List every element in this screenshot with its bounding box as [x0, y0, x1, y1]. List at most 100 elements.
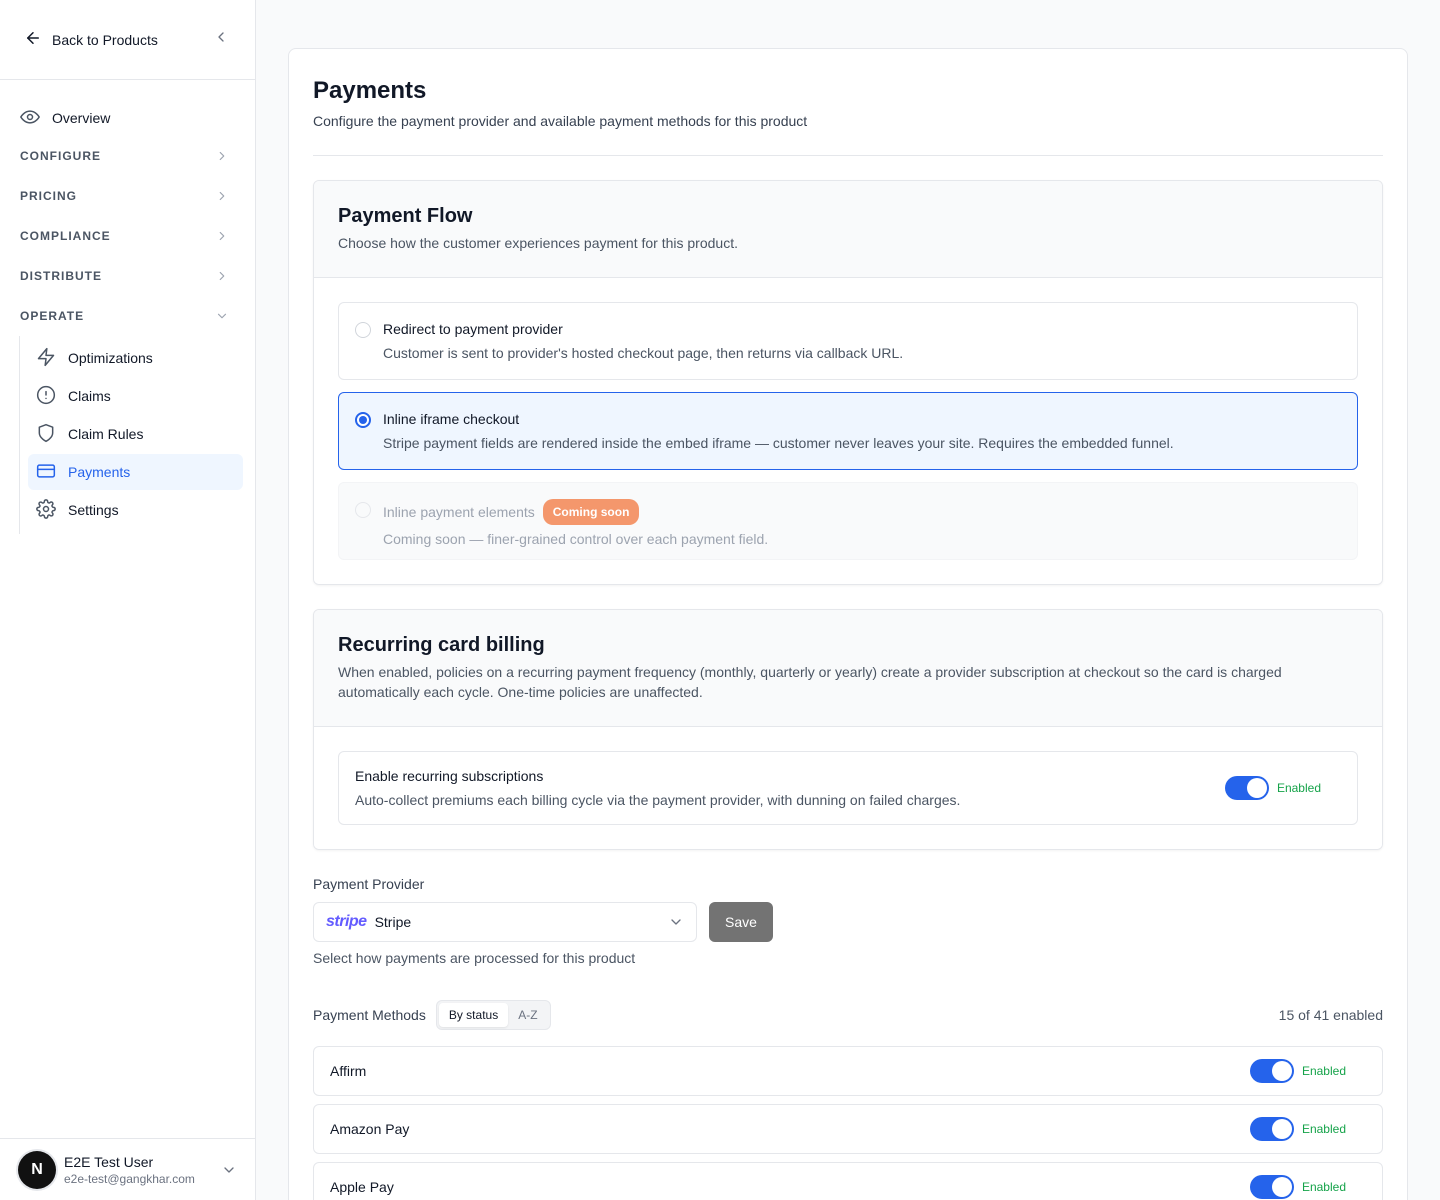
panel-body: Enable recurring subscriptions Auto-coll… [314, 727, 1382, 849]
method-name: Apple Pay [330, 1179, 394, 1195]
option-title: Inline iframe checkout [383, 411, 520, 427]
chevron-right-icon [215, 189, 229, 203]
status-label: Enabled [1301, 1180, 1346, 1194]
method-name: Amazon Pay [330, 1121, 410, 1137]
payment-method-row: Amazon Pay Enabled [313, 1104, 1383, 1154]
payment-method-row: Apple Pay Enabled [313, 1162, 1383, 1200]
shield-icon [36, 423, 56, 446]
payment-flow-panel: Payment Flow Choose how the customer exp… [313, 180, 1383, 585]
sidebar-section-compliance[interactable]: COMPLIANCE [0, 216, 255, 256]
panel-description: Choose how the customer experiences paym… [338, 235, 738, 251]
toggle-wrap: Enabled [1249, 1059, 1346, 1083]
sidebar-item-label: Settings [68, 502, 119, 518]
option-title: Inline payment elements [383, 504, 535, 520]
sort-by-status-button[interactable]: By status [438, 1003, 509, 1027]
chevron-right-icon [215, 229, 229, 243]
user-name: E2E Test User [64, 1153, 154, 1170]
method-name: Affirm [330, 1063, 367, 1079]
chevron-down-icon [221, 1162, 237, 1178]
option-redirect[interactable]: Redirect to payment provider Customer is… [338, 302, 1358, 380]
panel-title: Recurring card billing [338, 634, 545, 656]
payment-provider-label: Payment Provider [313, 876, 425, 892]
stripe-logo: stripe [326, 913, 367, 930]
payment-provider-select[interactable]: stripe Stripe [313, 902, 697, 942]
status-label: Enabled [1276, 781, 1321, 795]
option-description: Stripe payment fields are rendered insid… [383, 435, 1174, 451]
section-label: DISTRIBUTE [20, 269, 102, 283]
section-label: COMPLIANCE [20, 229, 111, 243]
panel-header: Payment Flow Choose how the customer exp… [314, 181, 1382, 278]
credit-card-icon [36, 461, 56, 484]
option-title-row: Inline payment elements Coming soon [383, 499, 768, 525]
chevron-down-icon [668, 914, 684, 930]
option-inline-elements: Inline payment elements Coming soon Comi… [338, 482, 1358, 560]
user-email: e2e-test@gangkhar.com [64, 1171, 195, 1186]
panel-title: Payment Flow [338, 205, 473, 227]
panel-description: When enabled, policies on a recurring pa… [338, 664, 1282, 700]
arrow-left-icon [24, 29, 42, 50]
recurring-billing-panel: Recurring card billing When enabled, pol… [313, 609, 1383, 850]
radio-redirect[interactable] [355, 322, 371, 338]
back-label: Back to Products [52, 31, 158, 48]
sidebar-section-distribute[interactable]: DISTRIBUTE [0, 256, 255, 296]
sidebar-section-pricing[interactable]: PRICING [0, 176, 255, 216]
panel-header: Recurring card billing When enabled, pol… [314, 610, 1382, 727]
back-row: Back to Products [0, 0, 255, 80]
status-label: Enabled [1301, 1064, 1346, 1078]
alert-circle-icon [36, 385, 56, 408]
chevron-down-icon [215, 309, 229, 323]
collapse-sidebar-button[interactable] [211, 30, 231, 50]
recurring-subscriptions-toggle[interactable] [1224, 776, 1269, 800]
sidebar-item-payments[interactable]: Payments [28, 454, 243, 490]
coming-soon-badge: Coming soon [542, 499, 640, 525]
section-label: CONFIGURE [20, 149, 101, 163]
save-button[interactable]: Save [709, 902, 773, 942]
sidebar-nav: Overview CONFIGURE PRICING COMPLIANCE DI… [0, 80, 255, 534]
sidebar-item-label: Claims [68, 388, 111, 404]
provider-row: stripe Stripe Save [313, 902, 1383, 942]
sidebar: Back to Products Overview CONFIGURE PRIC… [0, 0, 256, 1200]
method-toggle[interactable] [1249, 1175, 1294, 1199]
toggle-wrap: Enabled [1249, 1117, 1346, 1141]
sort-a-z-button[interactable]: A-Z [508, 1003, 547, 1027]
toggle-description: Auto-collect premiums each billing cycle… [355, 792, 961, 808]
option-title: Redirect to payment provider [383, 321, 563, 337]
sort-toggle: By status A-Z [435, 1000, 551, 1030]
sidebar-item-label: Optimizations [68, 350, 153, 366]
radio-inline-iframe[interactable] [355, 412, 371, 428]
section-label: PRICING [20, 189, 78, 203]
recurring-toggle-row: Enable recurring subscriptions Auto-coll… [338, 751, 1358, 825]
back-to-products-link[interactable]: Back to Products [24, 29, 158, 50]
chevron-right-icon [215, 269, 229, 283]
eye-icon [20, 107, 40, 130]
option-description: Coming soon — finer-grained control over… [383, 531, 769, 547]
status-label: Enabled [1301, 1122, 1346, 1136]
payments-card: Payments Configure the payment provider … [288, 48, 1408, 1200]
operate-sub-list: Optimizations Claims Claim Rules Payment… [19, 336, 255, 534]
panel-body: Redirect to payment provider Customer is… [314, 278, 1382, 584]
sidebar-item-label: Payments [68, 464, 131, 480]
avatar: N [18, 1150, 56, 1189]
divider [313, 155, 1383, 156]
sidebar-item-label: Claim Rules [68, 426, 144, 442]
sidebar-item-settings[interactable]: Settings [28, 492, 243, 528]
option-inline-iframe[interactable]: Inline iframe checkout Stripe payment fi… [338, 392, 1358, 470]
option-description: Customer is sent to provider's hosted ch… [383, 345, 904, 361]
user-menu[interactable]: N E2E Test User e2e-test@gangkhar.com [0, 1138, 255, 1200]
toggle-wrap: Enabled [1249, 1175, 1346, 1199]
sidebar-item-overview[interactable]: Overview [0, 100, 255, 136]
sidebar-item-claim-rules[interactable]: Claim Rules [28, 416, 243, 452]
sidebar-section-configure[interactable]: CONFIGURE [0, 136, 255, 176]
provider-helper-text: Select how payments are processed for th… [313, 950, 636, 966]
sidebar-item-claims[interactable]: Claims [28, 378, 243, 414]
method-toggle[interactable] [1249, 1117, 1294, 1141]
payment-method-list: Affirm Enabled Amazon Pay Enabled Apple … [313, 1046, 1383, 1200]
method-toggle[interactable] [1249, 1059, 1294, 1083]
user-info: E2E Test User e2e-test@gangkhar.com [64, 1153, 195, 1187]
page-title: Payments [313, 77, 427, 104]
section-label: OPERATE [20, 309, 85, 323]
sidebar-item-label: Overview [52, 110, 111, 126]
sidebar-section-operate[interactable]: OPERATE [0, 296, 255, 336]
chevron-left-icon [213, 29, 229, 50]
sidebar-item-optimizations[interactable]: Optimizations [28, 340, 243, 376]
